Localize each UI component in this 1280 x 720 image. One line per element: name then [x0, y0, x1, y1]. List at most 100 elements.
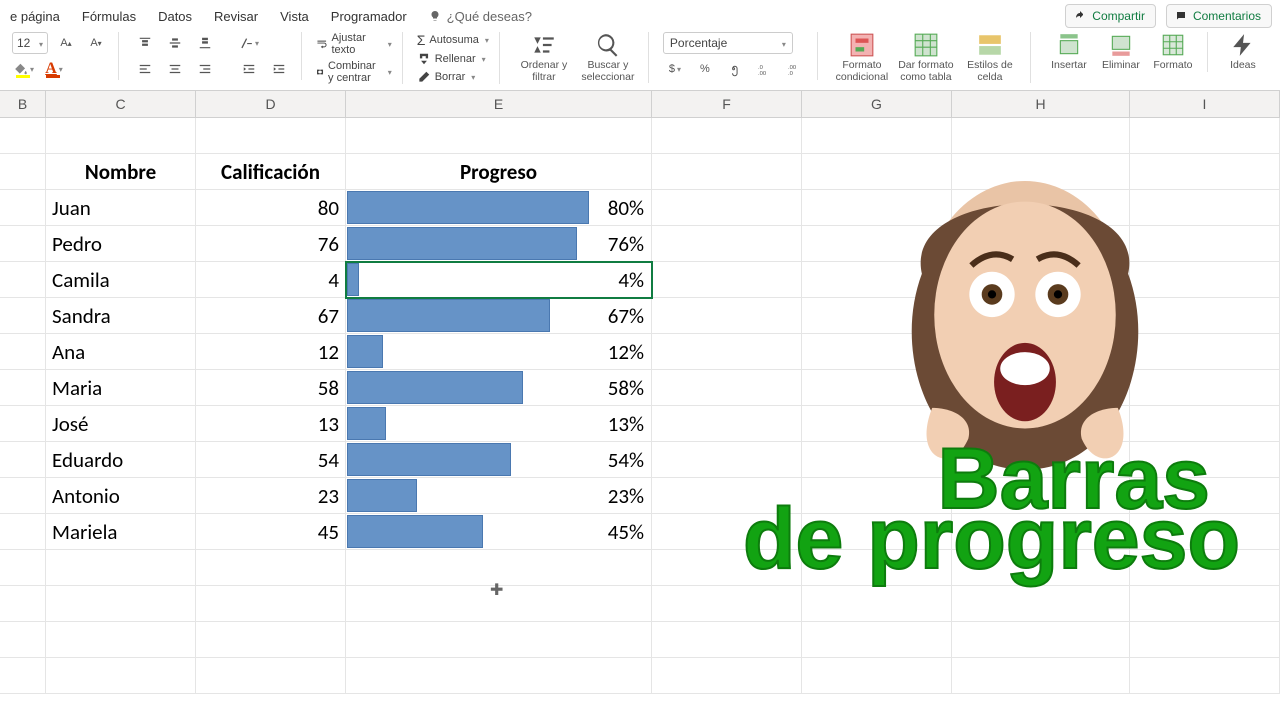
- cell[interactable]: [652, 622, 802, 658]
- align-middle-icon[interactable]: [163, 32, 187, 54]
- decrease-indent-icon[interactable]: [237, 58, 261, 80]
- cell-score[interactable]: 12: [196, 334, 346, 370]
- cell[interactable]: [0, 226, 46, 262]
- format-as-table-button[interactable]: Dar formato como tabla: [896, 32, 956, 83]
- decrease-font-icon[interactable]: A▾: [84, 32, 108, 54]
- cell[interactable]: [196, 622, 346, 658]
- tab-view[interactable]: Vista: [278, 7, 311, 26]
- share-button[interactable]: Compartir: [1065, 4, 1156, 28]
- decrease-decimal-icon[interactable]: .00.0: [783, 58, 807, 80]
- cell[interactable]: [346, 586, 652, 622]
- header-score[interactable]: Calificación: [196, 154, 346, 190]
- cell-name[interactable]: Mariela: [46, 514, 196, 550]
- cell[interactable]: [652, 226, 802, 262]
- cell-name[interactable]: Eduardo: [46, 442, 196, 478]
- cell[interactable]: [652, 190, 802, 226]
- autosum-button[interactable]: ΣAutosuma: [417, 32, 489, 48]
- cell[interactable]: [196, 118, 346, 154]
- cell-progress[interactable]: 23%: [346, 478, 652, 514]
- cell[interactable]: [652, 298, 802, 334]
- delete-button[interactable]: Eliminar: [1097, 32, 1145, 72]
- format-button[interactable]: Formato: [1149, 32, 1197, 72]
- cell[interactable]: [0, 622, 46, 658]
- cell[interactable]: [0, 442, 46, 478]
- cell[interactable]: [0, 406, 46, 442]
- cell[interactable]: [0, 550, 46, 586]
- col-header-E[interactable]: E: [346, 91, 652, 117]
- cell-score[interactable]: 67: [196, 298, 346, 334]
- cell[interactable]: [652, 118, 802, 154]
- percent-button[interactable]: %: [693, 58, 717, 80]
- cell-score[interactable]: 4: [196, 262, 346, 298]
- increase-decimal-icon[interactable]: .0.00: [753, 58, 777, 80]
- merge-button[interactable]: Combinar y centrar: [316, 60, 392, 84]
- fill-button[interactable]: Rellenar: [417, 52, 489, 66]
- cell[interactable]: [1130, 622, 1280, 658]
- align-center-icon[interactable]: [163, 58, 187, 80]
- cell[interactable]: [802, 622, 952, 658]
- comments-button[interactable]: Comentarios: [1166, 4, 1272, 28]
- cell-name[interactable]: Sandra: [46, 298, 196, 334]
- ideas-button[interactable]: Ideas: [1222, 32, 1264, 72]
- cell-styles-button[interactable]: Estilos de celda: [960, 32, 1020, 83]
- cell-score[interactable]: 45: [196, 514, 346, 550]
- cell[interactable]: [952, 586, 1130, 622]
- cell[interactable]: [46, 118, 196, 154]
- wrap-text-button[interactable]: Ajustar texto: [316, 32, 392, 56]
- tab-review[interactable]: Revisar: [212, 7, 260, 26]
- cell[interactable]: [0, 334, 46, 370]
- col-header-H[interactable]: H: [952, 91, 1130, 117]
- cell[interactable]: [652, 586, 802, 622]
- tab-data[interactable]: Datos: [156, 7, 194, 26]
- col-header-G[interactable]: G: [802, 91, 952, 117]
- cell[interactable]: [652, 442, 802, 478]
- cell-progress[interactable]: 54%: [346, 442, 652, 478]
- increase-font-icon[interactable]: A▴: [54, 32, 78, 54]
- cell[interactable]: [802, 586, 952, 622]
- cell[interactable]: [652, 262, 802, 298]
- font-color-button[interactable]: A: [42, 58, 66, 80]
- cell-progress[interactable]: 13%: [346, 406, 652, 442]
- cell[interactable]: [652, 658, 802, 694]
- font-size-input[interactable]: 12: [12, 32, 48, 54]
- align-left-icon[interactable]: [133, 58, 157, 80]
- cell-progress[interactable]: 76%: [346, 226, 652, 262]
- col-header-D[interactable]: D: [196, 91, 346, 117]
- cell[interactable]: [46, 622, 196, 658]
- currency-button[interactable]: $: [663, 58, 687, 80]
- fill-color-button[interactable]: [12, 58, 36, 80]
- increase-indent-icon[interactable]: [267, 58, 291, 80]
- cell[interactable]: [0, 586, 46, 622]
- align-bottom-icon[interactable]: [193, 32, 217, 54]
- cell[interactable]: [46, 586, 196, 622]
- sort-filter-button[interactable]: Ordenar y filtrar: [514, 32, 574, 83]
- cell[interactable]: [46, 550, 196, 586]
- cell[interactable]: [802, 658, 952, 694]
- cell[interactable]: [0, 118, 46, 154]
- clear-button[interactable]: Borrar: [417, 70, 489, 84]
- tab-page-layout[interactable]: e página: [8, 7, 62, 26]
- cell[interactable]: [1130, 658, 1280, 694]
- cell[interactable]: [46, 658, 196, 694]
- cell-score[interactable]: 23: [196, 478, 346, 514]
- cell[interactable]: [952, 622, 1130, 658]
- cell-score[interactable]: 58: [196, 370, 346, 406]
- cell[interactable]: [652, 334, 802, 370]
- cell-score[interactable]: 54: [196, 442, 346, 478]
- comma-button[interactable]: ၅: [723, 58, 747, 80]
- cell[interactable]: [346, 658, 652, 694]
- cell[interactable]: [802, 118, 952, 154]
- col-header-C[interactable]: C: [46, 91, 196, 117]
- cell[interactable]: [0, 514, 46, 550]
- cell-progress[interactable]: 45%: [346, 514, 652, 550]
- cell[interactable]: [652, 370, 802, 406]
- cell[interactable]: [0, 298, 46, 334]
- insert-button[interactable]: Insertar: [1045, 32, 1093, 72]
- cell-name[interactable]: Pedro: [46, 226, 196, 262]
- tell-me-search[interactable]: ¿Qué deseas?: [427, 5, 536, 28]
- cell-score[interactable]: 80: [196, 190, 346, 226]
- cell[interactable]: [196, 550, 346, 586]
- col-header-B[interactable]: B: [0, 91, 46, 117]
- cell[interactable]: [346, 550, 652, 586]
- cell[interactable]: [0, 262, 46, 298]
